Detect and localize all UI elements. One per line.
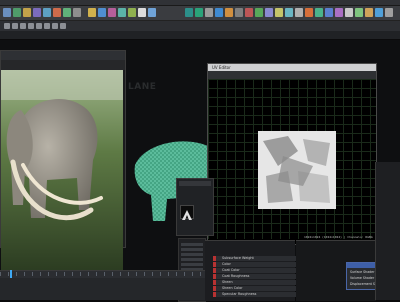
- rotate-tool-icon[interactable]: [23, 8, 31, 17]
- shelf-tool-icon[interactable]: [185, 8, 193, 17]
- hypershade-panel[interactable]: [176, 178, 214, 236]
- shelf-tool-icon[interactable]: [215, 8, 223, 17]
- light-icon[interactable]: [138, 8, 146, 17]
- attribute-row[interactable]: Specular Roughness: [213, 292, 296, 297]
- status-icon[interactable]: [52, 23, 58, 29]
- status-icon[interactable]: [28, 23, 34, 29]
- uv-editor-title: UV Editor: [212, 65, 231, 70]
- status-icon[interactable]: [36, 23, 42, 29]
- shader-node-item[interactable]: Volume Shader: [350, 276, 374, 280]
- render-view-window[interactable]: [0, 50, 126, 297]
- uv-editor-toolbar: [208, 71, 376, 79]
- attribute-row[interactable]: Sheen: [213, 280, 296, 285]
- shelf-tool-icon[interactable]: [345, 8, 353, 17]
- attribute-row[interactable]: Sheen Color: [213, 286, 296, 291]
- shader-node-item[interactable]: Surface Shader: [350, 270, 374, 274]
- status-icon[interactable]: [12, 23, 18, 29]
- shelf-tool-icon[interactable]: [305, 8, 313, 17]
- uv-editor-footer: 1024x1024 (1024x1024) | Channels: RGBA: [304, 235, 373, 239]
- attribute-row[interactable]: Color: [213, 262, 296, 267]
- uv-editor-titlebar[interactable]: UV Editor: [208, 64, 376, 71]
- select-tool-icon[interactable]: [3, 8, 11, 17]
- status-icon[interactable]: [60, 23, 66, 29]
- shelf-tool-icon[interactable]: [235, 8, 243, 17]
- camera-icon[interactable]: [148, 8, 156, 17]
- shelf-tool-icon[interactable]: [225, 8, 233, 17]
- render-view-menubar: [1, 51, 125, 60]
- uv-texture-patch: [258, 131, 336, 209]
- viewport-plane-label: LANE: [128, 82, 157, 92]
- scale-tool-icon[interactable]: [33, 8, 41, 17]
- shelf-tool-icon[interactable]: [265, 8, 273, 17]
- render-icon[interactable]: [88, 8, 96, 17]
- outliner-item[interactable]: [181, 248, 203, 251]
- viewport-panel-header: [0, 31, 400, 39]
- status-icon[interactable]: [4, 23, 10, 29]
- snap-point-icon[interactable]: [63, 8, 71, 17]
- range-slider[interactable]: [0, 278, 205, 300]
- shelf-tool-icon[interactable]: [335, 8, 343, 17]
- shelf-tool-icon[interactable]: [325, 8, 333, 17]
- shelf-tool-icon[interactable]: [285, 8, 293, 17]
- outliner-item[interactable]: [181, 258, 203, 261]
- outliner-item[interactable]: [181, 243, 203, 246]
- shelf-tool-icon[interactable]: [205, 8, 213, 17]
- render-image: [1, 70, 123, 275]
- hypershade-toolbar: [179, 181, 211, 186]
- channel-box[interactable]: [375, 162, 400, 300]
- uv-editor-window[interactable]: UV Editor 1024x1024 (1024x1024) | Channe…: [207, 63, 377, 245]
- main-toolbar: [0, 6, 400, 21]
- shelf-tool-icon[interactable]: [375, 8, 383, 17]
- attribute-editor[interactable]: Subsurface Weight Color Coat Color Coat …: [205, 240, 296, 301]
- shelf-tool-icon[interactable]: [385, 8, 393, 17]
- outliner-item[interactable]: [181, 263, 203, 266]
- shelf-tool-icon[interactable]: [275, 8, 283, 17]
- outliner-item[interactable]: [181, 253, 203, 256]
- teapot-icon[interactable]: [128, 8, 136, 17]
- time-slider-ticks: [0, 272, 205, 276]
- shelf-tool-icon[interactable]: [195, 8, 203, 17]
- shelf-tool-icon[interactable]: [245, 8, 253, 17]
- attribute-row[interactable]: Coat Color: [213, 268, 296, 273]
- current-time-marker[interactable]: [10, 270, 12, 278]
- ipr-render-icon[interactable]: [98, 8, 106, 17]
- snap-curve-icon[interactable]: [53, 8, 61, 17]
- shelf-tool-icon[interactable]: [355, 8, 363, 17]
- render-settings-icon[interactable]: [108, 8, 116, 17]
- attribute-row[interactable]: Subsurface Weight: [213, 256, 296, 261]
- shelf-tool-icon[interactable]: [365, 8, 373, 17]
- status-icon[interactable]: [20, 23, 26, 29]
- shelf-tool-icon[interactable]: [255, 8, 263, 17]
- attribute-row[interactable]: Coat Roughness: [213, 274, 296, 279]
- arnold-logo-icon: [180, 205, 194, 220]
- uv-grid[interactable]: [208, 79, 376, 239]
- status-icon[interactable]: [44, 23, 50, 29]
- shelf-tool-icon[interactable]: [295, 8, 303, 17]
- shelf-tool-icon[interactable]: [315, 8, 323, 17]
- render-view-toolbar: [1, 60, 125, 70]
- snap-grid-icon[interactable]: [43, 8, 51, 17]
- hypershade-icon[interactable]: [118, 8, 126, 17]
- move-tool-icon[interactable]: [13, 8, 21, 17]
- history-icon[interactable]: [73, 8, 81, 17]
